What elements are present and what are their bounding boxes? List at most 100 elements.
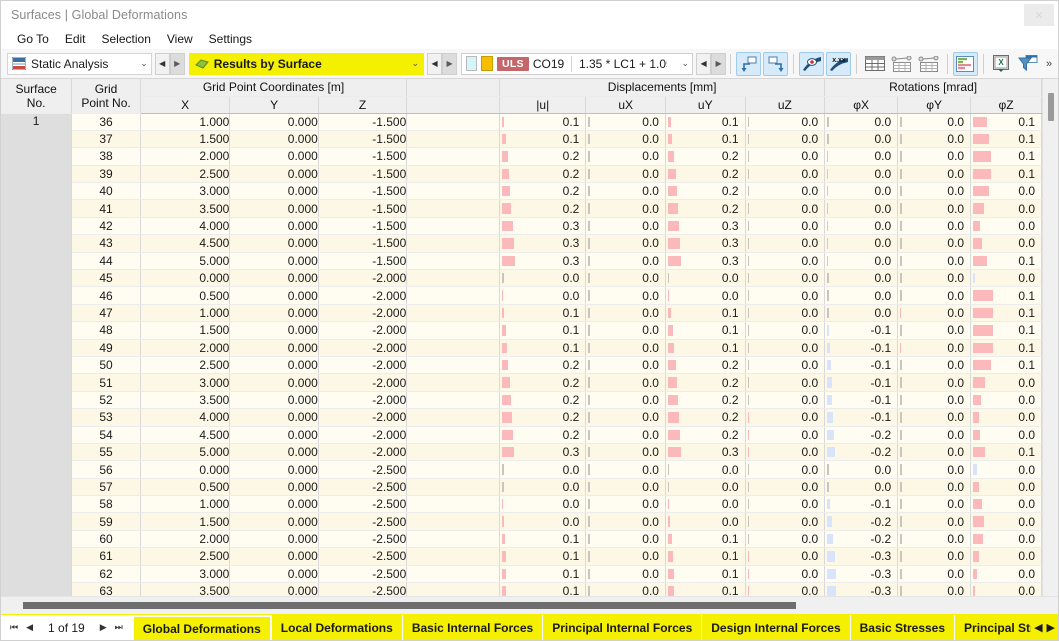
- analysis-prev-button[interactable]: ◀: [154, 52, 170, 75]
- filter-funnel-button[interactable]: [1016, 52, 1041, 76]
- cell-coord-x: 3.000: [140, 373, 231, 392]
- divider: [571, 55, 572, 72]
- cell-coord-x: 5.000: [140, 252, 231, 271]
- table-row[interactable]: 62 3.000 0.000 -2.500 0.1 0.0 0.1 0.0 -0.3 0.0 0.0: [1, 565, 1042, 584]
- table-row[interactable]: 57 0.500 0.000 -2.500 0.0 0.0 0.0 0.0 0.0 0.0 0.0: [1, 478, 1042, 497]
- table-filter-1-button[interactable]: [889, 52, 914, 76]
- horizontal-scrollbar-thumb[interactable]: [23, 602, 796, 609]
- table-row[interactable]: 53 4.000 0.000 -2.000 0.2 0.0 0.2 0.0 -0.1 0.0 0.0: [1, 408, 1042, 427]
- cell-value: 0.2: [562, 427, 580, 442]
- table-row[interactable]: 63 3.500 0.000 -2.500 0.1 0.0 0.1 0.0 -0.3 0.0 0.0: [1, 582, 1042, 596]
- table-row[interactable]: 37 1.500 0.000 -1.500 0.1 0.0 0.1 0.0 0.0 0.0 0.1: [1, 130, 1042, 149]
- result-tabs: Global Deformations Local Deformations Bas…: [131, 615, 1032, 640]
- table-row[interactable]: 56 0.000 0.000 -2.500 0.0 0.0 0.0 0.0 0.0 0.0 0.0: [1, 460, 1042, 479]
- table-row[interactable]: 46 0.500 0.000 -2.000 0.0 0.0 0.0 0.0 0.0 0.0 0.1: [1, 286, 1042, 305]
- load-case-combo[interactable]: ULS CO19 1.35 * LC1 + 1.05 * L... ⌄: [461, 52, 694, 75]
- table-row[interactable]: 49 2.000 0.000 -2.000 0.1 0.0 0.1 0.0 -0.1 0.0 0.1: [1, 339, 1042, 357]
- close-button[interactable]: ✕: [1024, 4, 1054, 26]
- cell-coord-z: -1.500: [318, 113, 408, 131]
- table-row[interactable]: 47 1.000 0.000 -2.000 0.1 0.0 0.1 0.0 0.0 0.0 0.1: [1, 304, 1042, 323]
- table-row[interactable]: 41 3.500 0.000 -1.500 0.2 0.0 0.2 0.0 0.0 0.0 0.0: [1, 199, 1042, 218]
- table-row[interactable]: 45 0.000 0.000 -2.000 0.0 0.0 0.0 0.0 0.0 0.0 0.0: [1, 269, 1042, 288]
- tab-basic-stresses[interactable]: Basic Stresses: [850, 615, 956, 640]
- cell-displacement-u-abs: 0.1: [499, 321, 587, 340]
- menu-selection[interactable]: Selection: [94, 30, 159, 48]
- table-row[interactable]: 52 3.500 0.000 -2.000 0.2 0.0 0.2 0.0 -0.1 0.0 0.0: [1, 391, 1042, 410]
- cell-coord-z: -2.000: [318, 408, 408, 427]
- tab-principal-internal-forces[interactable]: Principal Internal Forces: [543, 615, 703, 640]
- cell-rotation-phiz: 0.1: [970, 252, 1042, 271]
- cell-displacement-uy: 0.1: [665, 339, 746, 357]
- tab-scroll-right-button[interactable]: ▶: [1047, 621, 1055, 634]
- table-row[interactable]: 40 3.000 0.000 -1.500 0.2 0.0 0.2 0.0 0.0 0.0 0.0: [1, 182, 1042, 201]
- cell-value: 0.1: [562, 132, 580, 147]
- table-row[interactable]: 39 2.500 0.000 -1.500 0.2 0.0 0.2 0.0 0.0 0.0 0.1: [1, 165, 1042, 184]
- undo-arrow-button[interactable]: [736, 51, 762, 76]
- last-page-icon[interactable]: ⏭: [112, 622, 126, 633]
- tab-basic-internal-forces[interactable]: Basic Internal Forces: [402, 615, 544, 640]
- table-row[interactable]: 55 5.000 0.000 -2.000 0.3 0.0 0.3 0.0 -0.2 0.0 0.1: [1, 443, 1042, 462]
- cell-displacement-uz: 0.0: [745, 426, 826, 444]
- load-case-prev-button[interactable]: ◀: [696, 52, 712, 75]
- result-diagram-button[interactable]: [952, 51, 978, 76]
- cell-coord-y: 0.000: [229, 321, 319, 340]
- load-case-next-button[interactable]: ▶: [711, 52, 727, 75]
- cell-value: 0.1: [721, 114, 739, 129]
- menu-view[interactable]: View: [159, 30, 201, 48]
- tab-design-internal-forces[interactable]: Design Internal Forces: [702, 615, 851, 640]
- show-result-values-button[interactable]: [799, 51, 825, 76]
- menu-go-to[interactable]: Go To: [9, 30, 57, 48]
- analysis-next-button[interactable]: ▶: [169, 52, 185, 75]
- table-row[interactable]: 38 2.000 0.000 -1.500 0.2 0.0 0.2 0.0 0.0 0.0 0.1: [1, 147, 1042, 166]
- cell-rotation-phiz: 0.0: [970, 269, 1042, 288]
- table-row[interactable]: 60 2.000 0.000 -2.500 0.1 0.0 0.1 0.0 -0.2 0.0 0.0: [1, 530, 1042, 549]
- table-row[interactable]: 50 2.500 0.000 -2.000 0.2 0.0 0.2 0.0 -0.1 0.0 0.1: [1, 356, 1042, 375]
- table-row[interactable]: 1 36 1.000 0.000 -1.500 0.1 0.0 0.1 0.0 0.0 0.0 0.1: [1, 113, 1042, 596]
- cell-rotation-phix: 0.0: [824, 252, 899, 271]
- table-row[interactable]: 59 1.500 0.000 -2.500 0.0 0.0 0.0 0.0 -0.2 0.0 0.0: [1, 512, 1042, 531]
- analysis-type-combo[interactable]: Static Analysis ⌄: [7, 52, 152, 75]
- vertical-scrollbar-thumb[interactable]: [1048, 93, 1054, 121]
- tab-principal-stresses[interactable]: Principal Stresses: [955, 615, 1032, 640]
- show-numeric-values-button[interactable]: x.xx: [826, 51, 852, 76]
- table-row[interactable]: 44 5.000 0.000 -1.500 0.3 0.0 0.3 0.0 0.0 0.0 0.1: [1, 252, 1042, 271]
- cell-value: 0.0: [947, 566, 965, 581]
- results-next-button[interactable]: ▶: [442, 52, 458, 75]
- cell-displacement-u-abs: 0.1: [499, 304, 587, 323]
- table-row[interactable]: 48 1.500 0.000 -2.000 0.1 0.0 0.1 0.0 -0.1 0.0 0.1: [1, 321, 1042, 340]
- cell-value: 0.0: [874, 149, 892, 164]
- table-row[interactable]: 58 1.000 0.000 -2.500 0.0 0.0 0.0 0.0 -0.1 0.0 0.0: [1, 495, 1042, 514]
- next-page-icon[interactable]: ▶: [97, 622, 110, 633]
- cell-rotation-phiy: 0.0: [897, 304, 972, 323]
- cell-value: 0.1: [562, 532, 580, 547]
- table-row[interactable]: 51 3.000 0.000 -2.000 0.2 0.0 0.2 0.0 -0.1 0.0 0.0: [1, 373, 1042, 392]
- menu-edit[interactable]: Edit: [57, 30, 94, 48]
- vertical-scrollbar[interactable]: [1042, 79, 1058, 596]
- cell-value: 0.0: [801, 549, 819, 564]
- cell-value: 0.0: [642, 271, 659, 286]
- cell-displacement-u-abs: 0.2: [499, 426, 587, 444]
- results-prev-button[interactable]: ◀: [427, 52, 443, 75]
- tab-global-deformations[interactable]: Global Deformations: [131, 615, 272, 640]
- table-row[interactable]: 42 4.000 0.000 -1.500 0.3 0.0 0.3 0.0 0.0 0.0 0.0: [1, 217, 1042, 236]
- cell-rotation-phix: 0.0: [824, 460, 899, 479]
- table-row[interactable]: 43 4.500 0.000 -1.500 0.3 0.0 0.3 0.0 0.0 0.0 0.0: [1, 234, 1042, 253]
- table-row[interactable]: 54 4.500 0.000 -2.000 0.2 0.0 0.2 0.0 -0.2 0.0 0.0: [1, 426, 1042, 444]
- table-filter-2-button[interactable]: [917, 52, 942, 76]
- first-page-icon[interactable]: ⏮: [7, 622, 21, 633]
- tab-scroll-left-button[interactable]: ◀: [1034, 621, 1042, 634]
- table-full-button[interactable]: [862, 52, 887, 76]
- prev-page-icon[interactable]: ◀: [23, 622, 36, 633]
- export-excel-button[interactable]: X: [989, 52, 1014, 76]
- redo-arrow-button[interactable]: [763, 51, 789, 76]
- cell-value: 0.0: [947, 166, 965, 181]
- tab-local-deformations[interactable]: Local Deformations: [271, 615, 403, 640]
- table-row[interactable]: 61 2.500 0.000 -2.500 0.1 0.0 0.1 0.0 -0.3 0.0 0.0: [1, 547, 1042, 566]
- horizontal-scrollbar[interactable]: [1, 596, 1058, 614]
- results-by-combo[interactable]: Results by Surface ⌄: [188, 52, 425, 75]
- toolbar-overflow-button[interactable]: »: [1042, 58, 1056, 70]
- redo-arrow-icon: [768, 56, 784, 72]
- menu-settings[interactable]: Settings: [201, 30, 260, 48]
- cell-value: 0.0: [874, 479, 892, 494]
- cell-value: 0.1: [1018, 323, 1035, 338]
